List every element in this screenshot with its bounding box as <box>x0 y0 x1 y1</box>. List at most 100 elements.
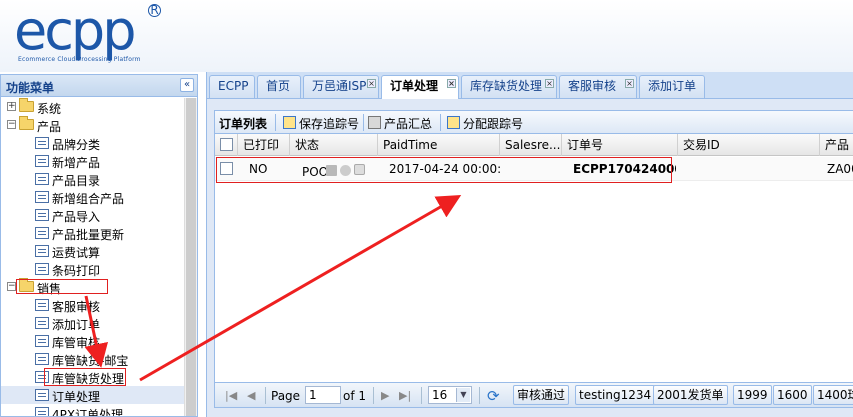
cell-product: ZA00 <box>827 162 853 176</box>
tree-folder[interactable]: + 系统 <box>1 98 185 116</box>
page-number-input[interactable]: 1 <box>305 386 341 404</box>
sidebar-item[interactable]: 产品导入 <box>1 206 185 224</box>
summary-icon <box>368 116 381 129</box>
tree-folder[interactable]: − 产品 <box>1 116 185 134</box>
sidebar-item[interactable]: 4PX订单处理 <box>1 404 185 417</box>
tab-0[interactable]: ECPP <box>209 75 255 98</box>
collapse-icon[interactable]: − <box>7 282 16 291</box>
sidebar-item[interactable]: 品牌分类 <box>1 134 185 152</box>
column-header-salesre[interactable]: Salesre... <box>500 134 562 156</box>
page-icon <box>35 245 49 257</box>
pagination-toolbar: |◀ ◀ Page 1 of 1 ▶ ▶| 16 ▼ ⟳ 审核通过 testin… <box>214 382 853 408</box>
sidebar-item[interactable]: 库管缺货-邮宝 <box>1 350 185 368</box>
sidebar-item-label: 4PX订单处理 <box>52 408 124 417</box>
sidebar-title: 功能菜单 <box>6 81 55 95</box>
toolbar-separator <box>275 114 276 131</box>
sidebar-item[interactable]: 产品批量更新 <box>1 224 185 242</box>
pager-separator <box>265 387 266 404</box>
column-header-status[interactable]: 状态 <box>290 134 378 156</box>
prev-page-icon[interactable]: ◀ <box>247 389 255 402</box>
page-icon <box>35 263 49 275</box>
tab-3[interactable]: 订单处理 × <box>381 75 459 99</box>
sidebar-item-label: 新增组合产品 <box>52 192 125 206</box>
collapse-sidebar-icon[interactable]: « <box>180 78 194 92</box>
sidebar-item[interactable]: 订单处理 <box>1 386 185 404</box>
sidebar-item[interactable]: 条码打印 <box>1 260 185 278</box>
cell-trade-id <box>684 157 820 181</box>
page-label: Page <box>271 389 301 403</box>
page-number-value: 1 <box>309 388 317 402</box>
sidebar-header: 功能菜单 « <box>1 75 197 97</box>
sidebar-scrollbar-thumb[interactable] <box>186 98 196 416</box>
sidebar-item[interactable]: 新增组合产品 <box>1 188 185 206</box>
testing-button[interactable]: testing1234 <box>575 385 656 405</box>
button-1600[interactable]: 1600 <box>773 385 812 405</box>
sidebar-item[interactable]: 客服审核 <box>1 296 185 314</box>
expand-icon[interactable]: + <box>7 102 16 111</box>
sidebar-item[interactable]: 新增产品 <box>1 152 185 170</box>
close-icon[interactable]: × <box>545 79 554 88</box>
sidebar-item[interactable]: 添加订单 <box>1 314 185 332</box>
folder-icon <box>19 98 34 112</box>
tab-label: 添加订单 <box>648 79 697 93</box>
app-header: ecpp R Ecommerce Cloud Processing Platfo… <box>0 0 853 72</box>
sidebar-item-label: 添加订单 <box>52 318 101 332</box>
page-icon <box>35 209 49 221</box>
order-list-title: 订单列表 <box>219 117 268 131</box>
sidebar-item-label: 新增产品 <box>52 156 101 170</box>
tab-label: 首页 <box>266 79 291 93</box>
chevron-down-icon[interactable]: ▼ <box>456 388 470 402</box>
tree-folder-label: 产品 <box>37 120 62 134</box>
sidebar-item-label: 产品导入 <box>52 210 101 224</box>
sidebar-item[interactable]: 产品目录 <box>1 170 185 188</box>
order-list-toolbar: 订单列表 保存追踪号 产品汇总 分配跟踪号 <box>214 110 853 134</box>
annotation-box-order-row <box>216 157 672 183</box>
tab-2[interactable]: 万邑通ISP × <box>303 75 379 98</box>
close-icon[interactable]: × <box>625 79 634 88</box>
first-page-icon[interactable]: |◀ <box>225 389 237 402</box>
tab-1[interactable]: 首页 <box>257 75 301 98</box>
last-page-icon[interactable]: ▶| <box>399 389 411 402</box>
save-tracking-button[interactable]: 保存追踪号 <box>299 115 359 132</box>
tab-label: 万邑通ISP <box>312 79 367 93</box>
column-header-trade-id[interactable]: 交易ID <box>678 134 820 156</box>
tab-4[interactable]: 库存缺货处理 × <box>461 75 557 98</box>
column-header-order-no[interactable]: 订单号 <box>562 134 678 156</box>
page-size-select[interactable]: 16 ▼ <box>428 386 472 404</box>
sidebar-scrollbar[interactable] <box>184 98 197 416</box>
tab-6[interactable]: 添加订单 <box>639 75 705 98</box>
assign-tracking-button[interactable]: 分配跟踪号 <box>463 115 523 132</box>
collapse-icon[interactable]: − <box>7 120 16 129</box>
product-summary-button[interactable]: 产品汇总 <box>384 115 432 132</box>
page-size-value: 16 <box>432 388 448 402</box>
toolbar-separator <box>440 114 441 131</box>
tab-label: 库存缺货处理 <box>470 79 543 93</box>
page-of-label: of 1 <box>343 389 367 403</box>
close-icon[interactable]: × <box>447 79 456 88</box>
button-1999[interactable]: 1999 <box>733 385 772 405</box>
page-icon <box>35 155 49 167</box>
sidebar-item-label: 产品目录 <box>52 174 101 188</box>
shipping-doc-button[interactable]: 2001发货单 <box>653 385 728 405</box>
tree-folder-label: 系统 <box>37 102 62 116</box>
page-icon <box>35 173 49 185</box>
sidebar-item-label: 库管审核 <box>52 336 101 350</box>
page-icon <box>35 299 49 311</box>
sidebar-item[interactable]: 运费试算 <box>1 242 185 260</box>
page-icon <box>35 137 49 149</box>
sidebar-item-label: 订单处理 <box>52 390 101 404</box>
column-header-product[interactable]: 产品 <box>820 134 853 156</box>
refresh-icon[interactable]: ⟳ <box>487 387 500 405</box>
tab-5[interactable]: 客服审核 × <box>559 75 637 98</box>
next-page-icon[interactable]: ▶ <box>381 389 389 402</box>
sidebar-item[interactable]: 库管审核 <box>1 332 185 350</box>
registered-mark-icon: R <box>148 4 161 17</box>
approve-button[interactable]: 审核通过 <box>513 385 570 405</box>
column-header-paidtime[interactable]: PaidTime <box>378 134 500 156</box>
tab-label: 客服审核 <box>568 79 617 93</box>
sidebar-item-label: 运费试算 <box>52 246 101 260</box>
column-header-printed[interactable]: 已打印 <box>238 134 290 156</box>
close-icon[interactable]: × <box>367 79 376 88</box>
button-1400[interactable]: 1400球 <box>813 385 853 405</box>
select-all-checkbox[interactable] <box>220 138 233 151</box>
